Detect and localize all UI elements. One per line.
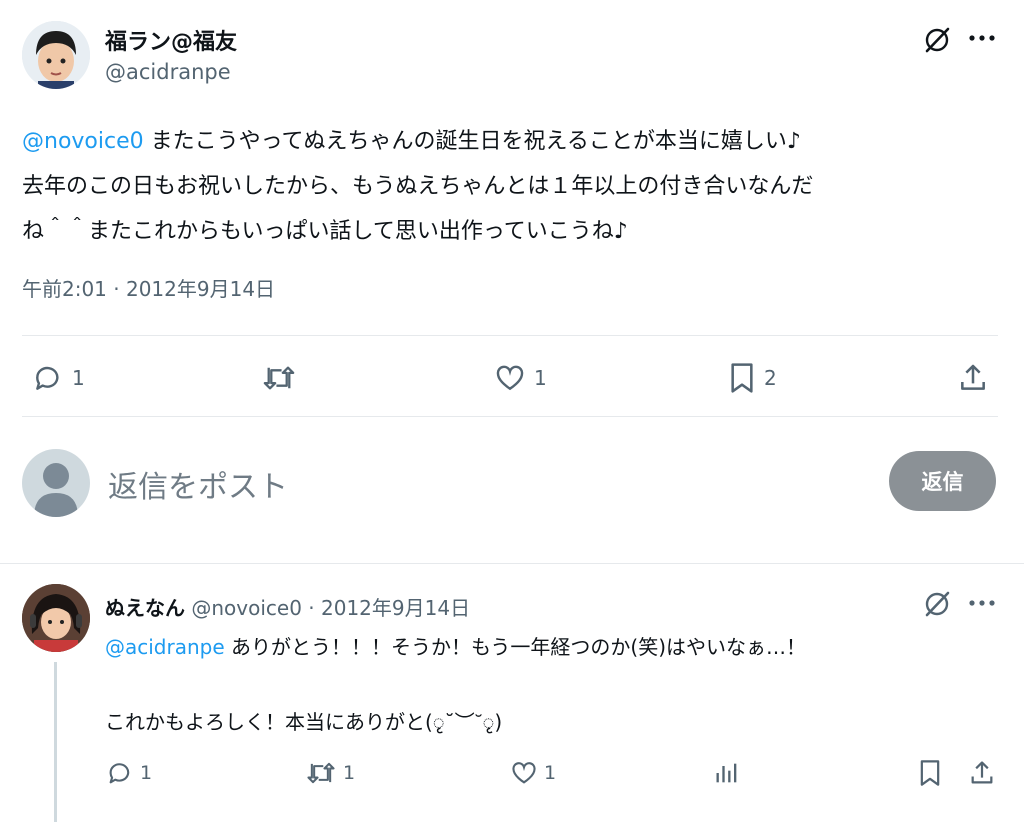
reply-like-action[interactable]: 1 bbox=[510, 759, 556, 787]
reply-reply-action[interactable]: 1 bbox=[106, 759, 152, 787]
like-action[interactable]: 1 bbox=[494, 362, 547, 394]
reply-date[interactable]: · 2012年9月14日 bbox=[308, 596, 470, 620]
analytics-icon[interactable] bbox=[713, 759, 741, 787]
reply-like-count: 1 bbox=[544, 762, 557, 784]
post-text: @novoice0 またこうやってぬえちゃんの誕生日を祝えることが本当に嬉しい♪… bbox=[22, 119, 1012, 254]
reply-text-line-1: @acidranpe ありがとう！！！そうか！もう一年経つのか(笑)はやいなぁ…… bbox=[105, 635, 807, 659]
grok-icon[interactable] bbox=[922, 589, 952, 619]
divider bbox=[22, 335, 998, 336]
mention-link[interactable]: @novoice0 bbox=[22, 129, 144, 154]
heart-icon bbox=[494, 362, 526, 394]
repost-action[interactable] bbox=[261, 362, 297, 394]
bookmark-icon bbox=[728, 362, 756, 394]
divider bbox=[0, 563, 1024, 564]
share-icon[interactable] bbox=[957, 362, 989, 394]
repost-icon bbox=[261, 362, 297, 394]
post-text-line-3: ね＾＾またこれからもいっぱい話して思い出作っていこうね♪ bbox=[22, 219, 628, 244]
reply-author-handle[interactable]: @novoice0 bbox=[191, 596, 302, 620]
post-text-line-1: @novoice0 またこうやってぬえちゃんの誕生日を祝えることが本当に嬉しい♪ bbox=[22, 129, 801, 154]
author-handle[interactable]: @acidranpe bbox=[105, 60, 231, 84]
author-name[interactable]: 福ラン@福友 bbox=[105, 24, 237, 56]
reply-text-line-2: これかもよろしく！本当にありがと(ृ˘︶˘ृ) bbox=[105, 710, 503, 734]
reply-mention-link[interactable]: @acidranpe bbox=[105, 635, 225, 659]
reply-icon bbox=[32, 362, 64, 394]
reply-header: ぬえなん @novoice0 · 2012年9月14日 bbox=[105, 592, 470, 621]
reply-input[interactable]: 返信をポスト bbox=[108, 462, 288, 506]
share-icon[interactable] bbox=[968, 759, 996, 787]
grok-icon[interactable] bbox=[922, 25, 952, 55]
post-timestamp[interactable]: 午前2:01 · 2012年9月14日 bbox=[22, 273, 275, 302]
reply-author-avatar[interactable] bbox=[22, 584, 90, 652]
reply-button[interactable]: 返信 bbox=[889, 451, 996, 511]
post-text-line-2: 去年のこの日もお祝いしたから、もうぬえちゃんとは１年以上の付き合いなんだ bbox=[22, 174, 814, 199]
reply-action[interactable]: 1 bbox=[32, 362, 85, 394]
bookmark-count: 2 bbox=[764, 366, 777, 390]
reply-thread-line bbox=[54, 662, 57, 822]
author-avatar[interactable] bbox=[22, 21, 90, 89]
reply-author-name[interactable]: ぬえなん bbox=[105, 596, 185, 620]
heart-icon bbox=[510, 759, 538, 787]
reply-repost-count: 1 bbox=[343, 762, 356, 784]
reply-reply-count: 1 bbox=[140, 762, 153, 784]
more-options-icon[interactable] bbox=[968, 598, 996, 608]
bookmark-icon[interactable] bbox=[918, 759, 942, 787]
current-user-avatar[interactable] bbox=[22, 449, 90, 517]
bookmark-action[interactable]: 2 bbox=[728, 362, 777, 394]
like-count: 1 bbox=[534, 366, 547, 390]
repost-icon bbox=[305, 759, 337, 787]
reply-icon bbox=[106, 759, 134, 787]
more-options-icon[interactable] bbox=[968, 33, 996, 43]
reply-repost-action[interactable]: 1 bbox=[305, 759, 355, 787]
reply-count: 1 bbox=[72, 366, 85, 390]
divider bbox=[22, 416, 998, 417]
